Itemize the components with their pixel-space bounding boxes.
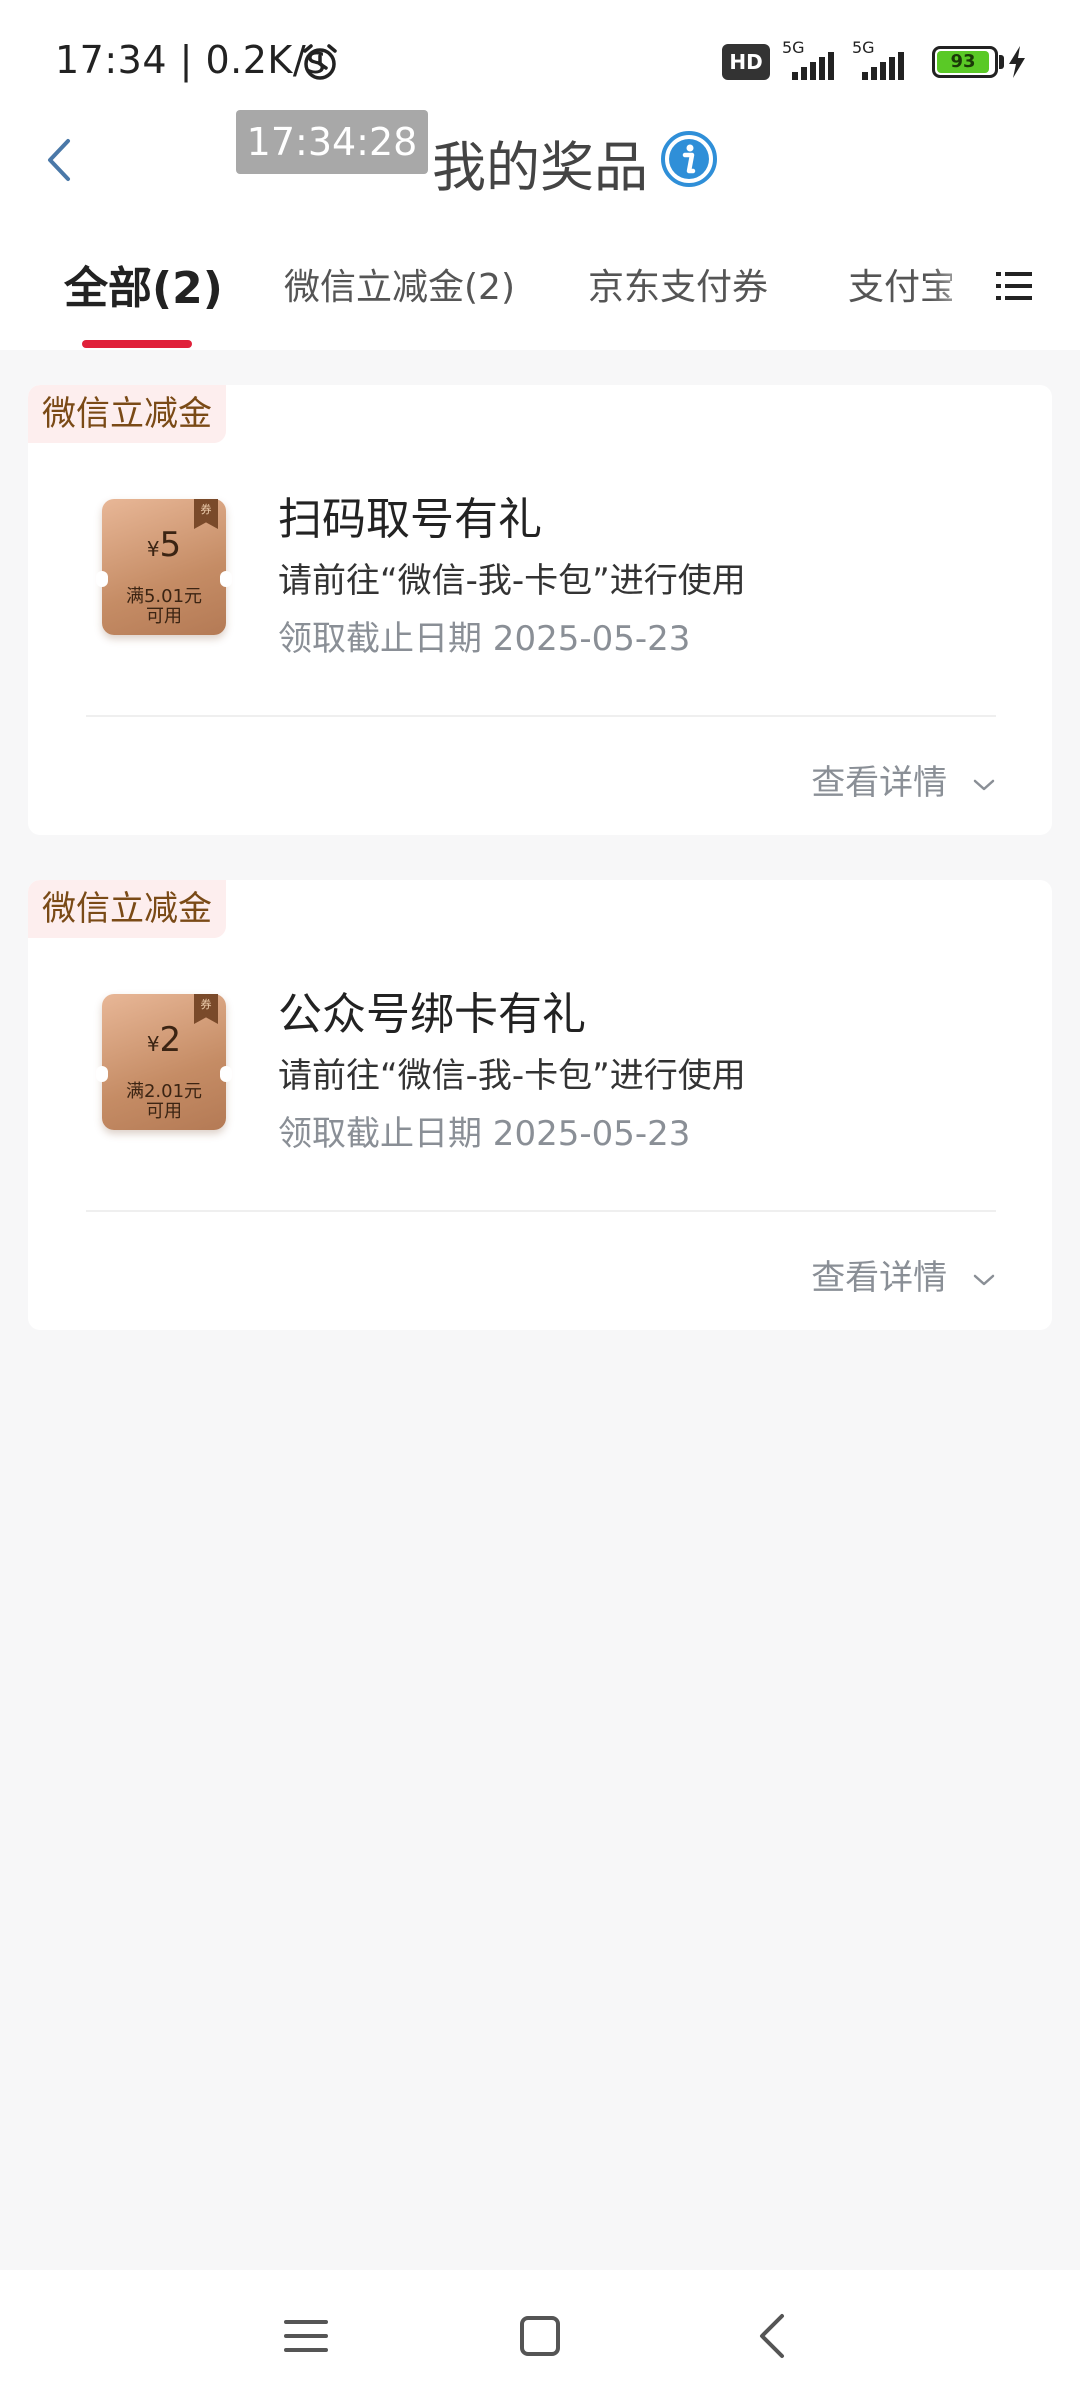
prize-name: 公众号绑卡有礼	[278, 989, 586, 1040]
alarm-clock-icon	[303, 44, 337, 80]
view-details-button[interactable]: 查看详情	[811, 1250, 996, 1299]
prize-card[interactable]: 微信立减金 券 ¥5 满5.01元 可用 扫码取号有礼 请前往“微信-我-卡包”进…	[28, 385, 1052, 835]
prize-description: 请前往“微信-我-卡包”进行使用	[278, 1056, 746, 1096]
coupon-icon: 券 ¥5 满5.01元 可用	[96, 499, 232, 635]
prize-name: 扫码取号有礼	[278, 494, 542, 545]
tab-jd-pay-coupon[interactable]: 京东支付券	[588, 258, 768, 310]
prize-description: 请前往“微信-我-卡包”进行使用	[278, 561, 746, 601]
chevron-down-icon	[973, 1274, 995, 1285]
coupon-condition: 满2.01元 可用	[125, 1081, 203, 1122]
battery-tip	[999, 55, 1004, 69]
prize-deadline: 领取截止日期 2025-05-23	[278, 619, 691, 659]
signal-icon: 5G	[852, 38, 916, 84]
coupon-amount: ¥2	[146, 1020, 182, 1060]
card-divider	[86, 1210, 996, 1212]
signal-icon: 5G	[782, 38, 846, 84]
back-arrow-icon[interactable]	[30, 125, 90, 195]
info-icon[interactable]	[660, 130, 718, 188]
hd-badge: HD	[722, 44, 770, 80]
tab-all[interactable]: 全部(2)	[64, 252, 223, 316]
tab-wechat-discount[interactable]: 微信立减金(2)	[284, 258, 515, 310]
prize-deadline: 领取截止日期 2025-05-23	[278, 1114, 691, 1154]
menu-icon[interactable]	[280, 2310, 332, 2362]
chevron-down-icon	[973, 779, 995, 790]
header: 17:34:28 我的奖品	[0, 105, 1080, 215]
charging-bolt-icon	[1009, 46, 1025, 78]
prize-card[interactable]: 微信立减金 券 ¥2 满2.01元 可用 公众号绑卡有礼 请前往“微信-我-卡包”…	[28, 880, 1052, 1330]
view-details-button[interactable]: 查看详情	[811, 755, 996, 804]
coupon-icon: 券 ¥2 满2.01元 可用	[96, 994, 232, 1130]
tab-fade	[930, 240, 990, 340]
card-divider	[86, 715, 996, 717]
view-details-label: 查看详情	[811, 1258, 948, 1298]
coupon-amount: ¥5	[146, 525, 182, 565]
list-menu-icon[interactable]	[994, 266, 1034, 306]
prize-type-tag: 微信立减金	[28, 880, 226, 938]
battery-icon: 93	[932, 46, 998, 78]
home-square-icon[interactable]	[514, 2310, 566, 2362]
category-tabs: 全部(2) 微信立减金(2) 京东支付券 支付宝	[0, 240, 1080, 350]
prize-type-tag: 微信立减金	[28, 385, 226, 443]
coupon-condition: 满5.01元 可用	[125, 586, 203, 627]
page-title: 我的奖品	[432, 136, 648, 199]
view-details-label: 查看详情	[811, 763, 948, 803]
status-time: 17:34 | 0.2K/s	[55, 38, 327, 82]
time-overlay-chip: 17:34:28	[236, 110, 428, 174]
battery-level: 93	[937, 51, 990, 73]
back-icon[interactable]	[748, 2310, 800, 2362]
active-tab-indicator	[82, 340, 192, 348]
system-nav-bar	[0, 2270, 1080, 2400]
